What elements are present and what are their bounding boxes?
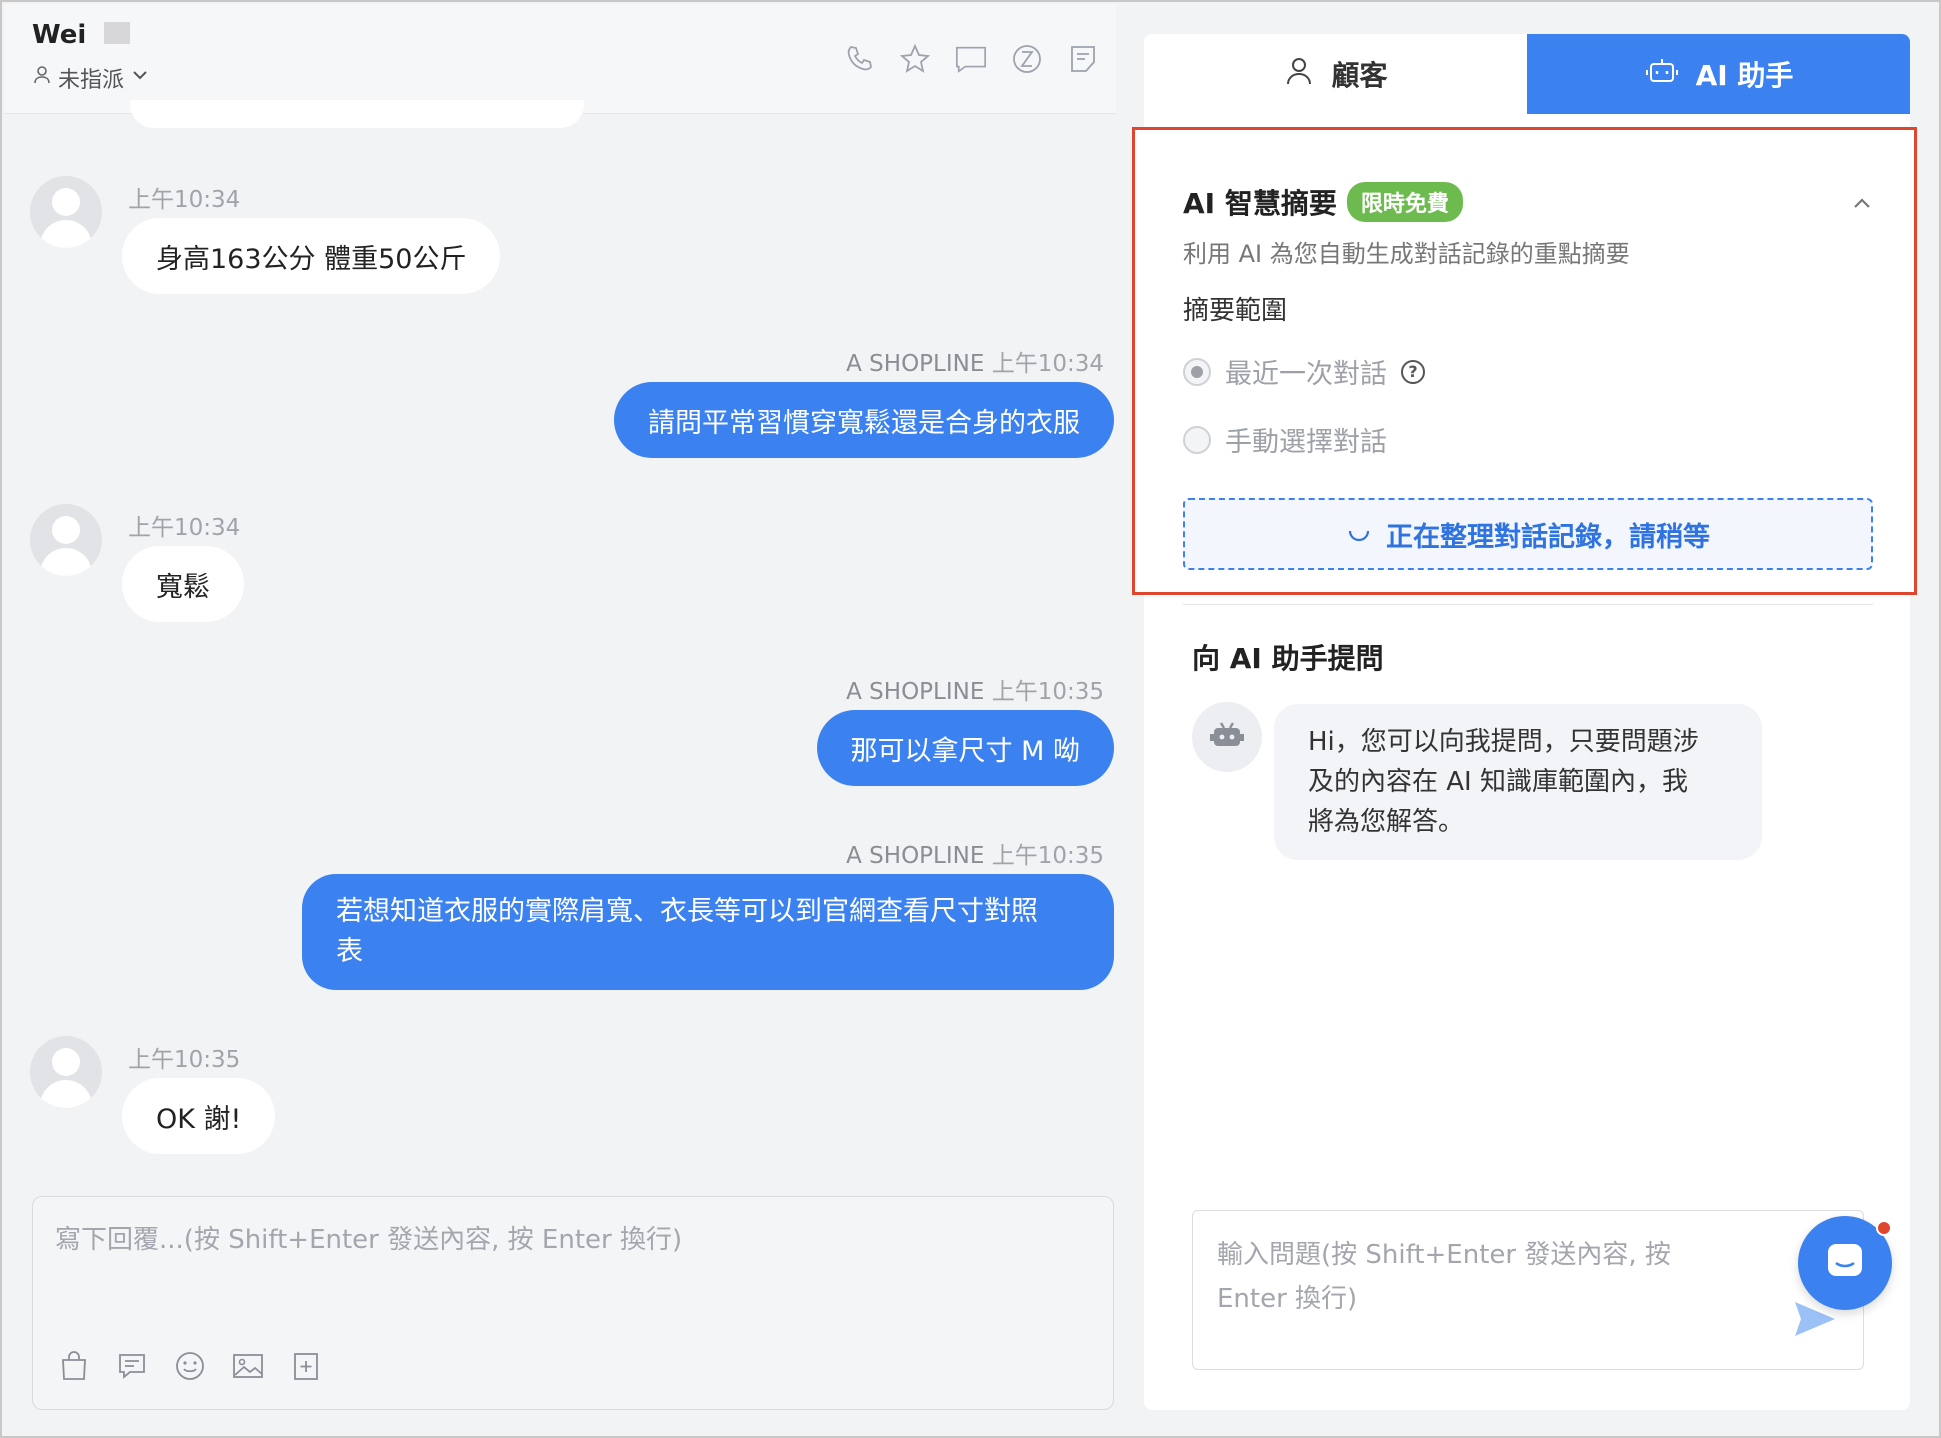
tab-customer-label: 顧客 xyxy=(1331,59,1388,92)
quick-reply-icon[interactable] xyxy=(115,1349,149,1383)
outgoing-message: 請問平常習慣穿寬鬆還是合身的衣服 xyxy=(614,382,1114,458)
radio-unselected[interactable] xyxy=(1183,425,1211,454)
notification-dot xyxy=(1876,1220,1892,1236)
shopping-bag-icon[interactable] xyxy=(57,1349,91,1383)
sender-name: A SHOPLINE xyxy=(846,351,985,377)
greeting-line: 及的內容在 AI 知識庫範圍內，我 xyxy=(1308,767,1688,797)
greeting-line: 將為您解答。 xyxy=(1308,807,1465,837)
help-icon[interactable]: ? xyxy=(1401,359,1425,384)
robot-icon xyxy=(1644,55,1680,94)
message-icon[interactable] xyxy=(954,42,988,76)
ask-assistant-title: 向 AI 助手提問 xyxy=(1192,642,1384,675)
tab-customer[interactable]: 顧客 xyxy=(1144,34,1527,114)
sender-name: A SHOPLINE xyxy=(846,843,985,869)
incoming-message: 寬鬆 xyxy=(122,546,244,622)
image-icon[interactable] xyxy=(231,1349,265,1383)
emoji-icon[interactable] xyxy=(173,1349,207,1383)
option-recent-label: 最近一次對話 xyxy=(1225,359,1387,390)
message-time: 上午10:34 xyxy=(128,187,241,213)
add-template-icon[interactable] xyxy=(289,1349,323,1383)
reply-composer[interactable]: 寫下回覆...(按 Shift+Enter 發送內容, 按 Enter 換行) xyxy=(32,1196,1114,1410)
incoming-message: OK 謝! xyxy=(122,1078,276,1154)
assign-status: 未指派 xyxy=(58,68,125,93)
ask-question-input[interactable]: 輸入問題(按 Shift+Enter 發送內容, 按 Enter 換行) xyxy=(1192,1210,1864,1370)
user-icon xyxy=(32,65,52,91)
side-panel: 顧客 AI 助手 AI 智慧摘要 限時免費 利用 AI 為您自動生成對話記錄的重… xyxy=(1132,34,1917,1410)
option-manual-select[interactable]: 手動選擇對話 xyxy=(1183,420,1387,459)
tab-ai-assistant[interactable]: AI 助手 xyxy=(1527,34,1910,114)
radio-selected[interactable] xyxy=(1183,357,1211,386)
snooze-icon[interactable] xyxy=(1010,42,1044,76)
outgoing-message: 若想知道衣服的實際肩寬、衣長等可以到官網查看尺寸對照 表 xyxy=(302,874,1114,990)
customer-name: Wei xyxy=(32,20,87,50)
summary-title: AI 智慧摘要 xyxy=(1183,187,1337,220)
message-line: 若想知道衣服的實際肩寬、衣長等可以到官網查看尺寸對照 xyxy=(336,896,1038,927)
divider xyxy=(1183,604,1873,605)
bot-avatar xyxy=(1192,702,1262,772)
customer-avatar xyxy=(30,504,102,576)
previous-message-bubble xyxy=(130,100,584,128)
chat-bubble-icon xyxy=(1821,1237,1869,1289)
conversation-pane: Wei 未指派 上午10:34 身高163公分 體重50公斤 A SHOPLIN… xyxy=(4,4,1116,1436)
customer-avatar xyxy=(30,176,102,248)
composer-toolbar xyxy=(57,1349,323,1383)
incoming-message: 身高163公分 體重50公斤 xyxy=(122,218,501,294)
header-toolbar xyxy=(842,42,1100,76)
summary-description: 利用 AI 為您自動生成對話記錄的重點摘要 xyxy=(1183,240,1630,268)
message-time: 上午10:34 xyxy=(991,351,1104,377)
redacted-surname xyxy=(104,22,130,44)
robot-icon xyxy=(1207,717,1247,757)
app-window: Wei 未指派 上午10:34 身高163公分 體重50公斤 A SHOPLIN… xyxy=(0,0,1941,1438)
chevron-down-icon xyxy=(130,65,150,91)
star-icon[interactable] xyxy=(898,42,932,76)
note-icon[interactable] xyxy=(1066,42,1100,76)
tab-ai-label: AI 助手 xyxy=(1695,59,1794,92)
ask-placeholder: 輸入問題(按 Shift+Enter 發送內容, 按 Enter 換行) xyxy=(1217,1233,1777,1321)
placeholder-line: 輸入問題(按 Shift+Enter 發送內容, 按 xyxy=(1217,1240,1671,1270)
customer-avatar xyxy=(30,1036,102,1108)
option-recent-conversation[interactable]: 最近一次對話 ? xyxy=(1183,352,1425,391)
phone-icon[interactable] xyxy=(842,42,876,76)
sender-name: A SHOPLINE xyxy=(846,679,985,705)
summary-title-row: AI 智慧摘要 限時免費 xyxy=(1183,182,1463,222)
user-icon xyxy=(1283,55,1315,94)
chevron-up-icon[interactable] xyxy=(1850,192,1874,220)
ai-summary-card: AI 智慧摘要 限時免費 利用 AI 為您自動生成對話記錄的重點摘要 摘要範圍 … xyxy=(1132,127,1917,605)
assign-dropdown[interactable]: 未指派 xyxy=(32,62,150,94)
message-meta: A SHOPLINE 上午10:34 xyxy=(846,344,1104,378)
summary-loading-status: 正在整理對話記錄，請稍等 xyxy=(1183,498,1873,570)
message-line: 表 xyxy=(336,936,363,967)
summary-scope-label: 摘要範圍 xyxy=(1183,296,1288,326)
message-time: 上午10:35 xyxy=(128,1047,241,1073)
message-meta: A SHOPLINE 上午10:35 xyxy=(846,836,1104,870)
assistant-greeting: Hi，您可以向我提問，只要問題涉 及的內容在 AI 知識庫範圍內，我 將為您解答… xyxy=(1274,704,1762,860)
greeting-line: Hi，您可以向我提問，只要問題涉 xyxy=(1308,727,1699,757)
reply-placeholder: 寫下回覆...(按 Shift+Enter 發送內容, 按 Enter 換行) xyxy=(55,1225,683,1255)
side-panel-tabs: 顧客 AI 助手 xyxy=(1144,34,1910,114)
message-time: 上午10:35 xyxy=(991,843,1104,869)
message-time: 上午10:34 xyxy=(128,515,241,541)
placeholder-line: Enter 換行) xyxy=(1217,1284,1358,1314)
message-meta: A SHOPLINE 上午10:35 xyxy=(846,672,1104,706)
spinner-icon xyxy=(1346,518,1372,551)
message-time: 上午10:35 xyxy=(991,679,1104,705)
outgoing-message: 那可以拿尺寸 M 呦 xyxy=(816,710,1114,786)
conversation-header: Wei 未指派 xyxy=(4,4,1116,114)
option-manual-label: 手動選擇對話 xyxy=(1225,427,1387,458)
free-badge: 限時免費 xyxy=(1346,182,1463,222)
loading-text: 正在整理對話記錄，請稍等 xyxy=(1386,521,1710,553)
